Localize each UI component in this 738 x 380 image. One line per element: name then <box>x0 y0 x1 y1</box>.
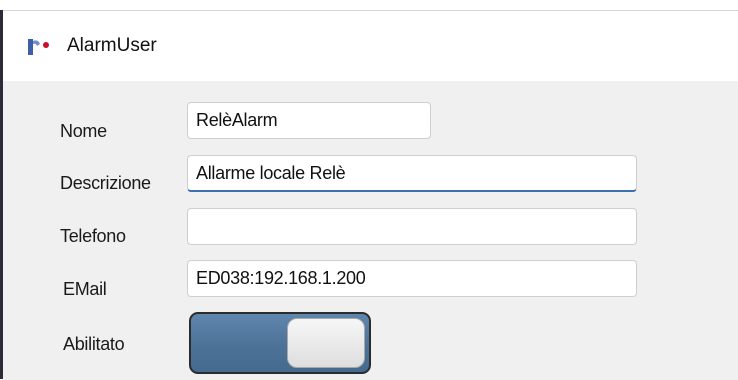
abilitato-label: Abilitato <box>63 334 125 354</box>
telefono-field[interactable] <box>187 208 637 245</box>
window-title: AlarmUser <box>67 35 157 56</box>
email-field[interactable]: ED038:192.168.1.200 <box>187 260 637 297</box>
screenshot-frame: AlarmUser Nome RelèAlarm Descrizione All… <box>0 0 738 380</box>
abilitato-toggle[interactable] <box>189 312 371 374</box>
email-label: EMail <box>63 279 107 299</box>
nome-field[interactable]: RelèAlarm <box>187 102 431 139</box>
title-bar: AlarmUser <box>3 11 738 81</box>
nome-label: Nome <box>60 121 107 141</box>
descrizione-label: Descrizione <box>60 173 151 193</box>
toggle-thumb[interactable] <box>287 318 365 368</box>
app-logo-icon <box>25 36 51 58</box>
alarm-user-window: AlarmUser Nome RelèAlarm Descrizione All… <box>3 10 738 380</box>
telefono-label: Telefono <box>60 226 126 246</box>
descrizione-field[interactable]: Allarme locale Relè <box>187 155 637 192</box>
